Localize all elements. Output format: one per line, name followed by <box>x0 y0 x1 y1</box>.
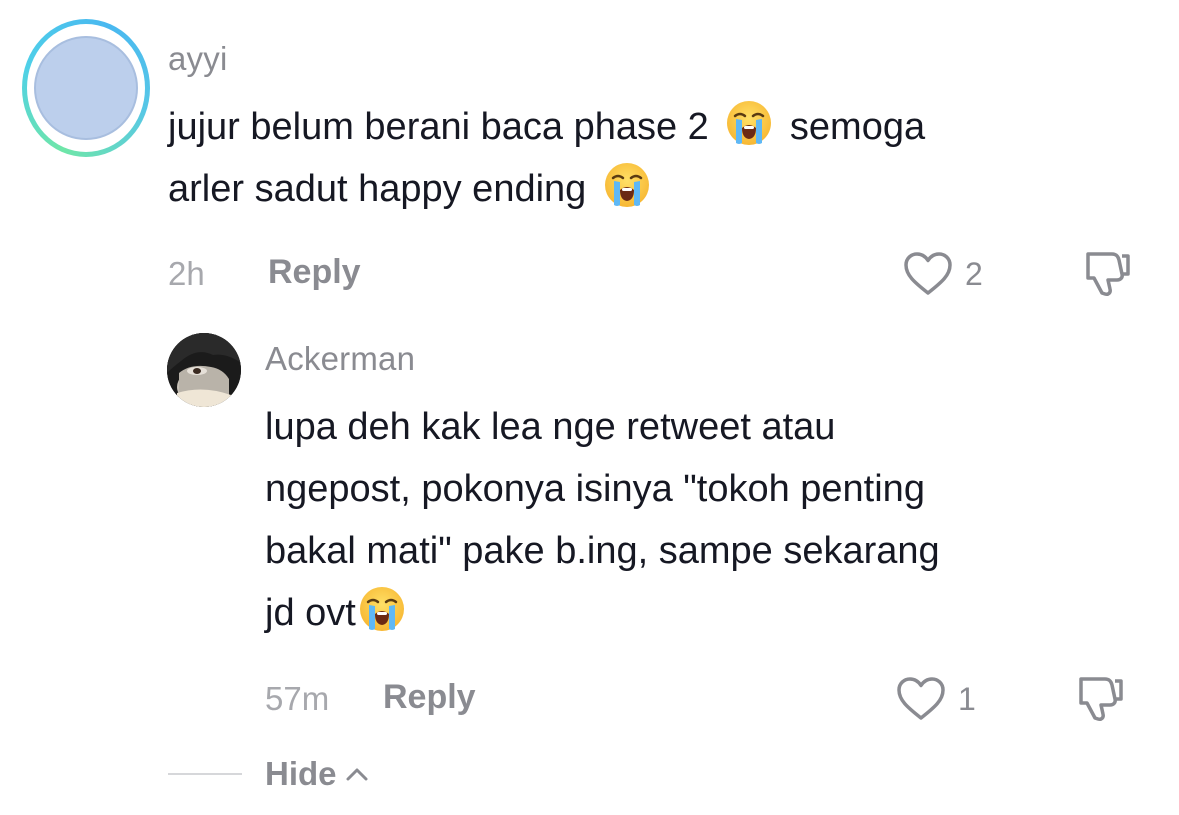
reply-text-part-4: jd ovt <box>265 592 356 634</box>
comment-text-part-2: semoga <box>789 106 926 148</box>
reply-text-line-1: lupa deh kak lea nge retweet atau <box>265 406 836 448</box>
avatar-ring <box>27 24 145 152</box>
comment-text-part-3: arler sadut happy ending <box>168 168 587 210</box>
reply-text-line-2: ngepost, pokonya isinya "tokoh penting <box>265 468 925 510</box>
thread-divider <box>168 773 242 775</box>
reply-username[interactable]: Ackerman <box>265 340 415 378</box>
comment-timestamp: 2h <box>168 255 205 292</box>
hide-replies-label: Hide <box>265 755 337 792</box>
comment-reply-button[interactable]: Reply <box>268 253 361 292</box>
reply-avatar-image <box>167 333 241 407</box>
dislike-icon[interactable] <box>1082 248 1134 298</box>
chevron-up-icon <box>346 768 368 781</box>
heart-icon[interactable] <box>895 676 947 722</box>
loudly-crying-face-icon <box>604 163 649 207</box>
comment-text-line-1: jujur belum berani baca phase 2 semoga <box>168 96 1158 158</box>
avatar[interactable] <box>22 19 150 157</box>
reply-text: lupa deh kak lea nge retweet atau ngepos… <box>265 396 1165 644</box>
reply-text-line-4: jd ovt <box>265 582 1165 644</box>
reply-reply-button[interactable]: Reply <box>383 678 476 717</box>
comment-text-part-1: jujur belum berani baca phase 2 <box>168 106 709 148</box>
heart-icon[interactable] <box>902 251 954 297</box>
comment-like-count: 2 <box>965 256 983 292</box>
reply-timestamp: 57m <box>265 680 330 717</box>
reply-avatar[interactable] <box>167 333 241 407</box>
reply-text-line-3: bakal mati" pake b.ing, sampe sekarang <box>265 530 940 572</box>
hide-replies-button[interactable]: Hide <box>265 755 369 793</box>
loudly-crying-face-icon <box>359 587 404 631</box>
comment-username[interactable]: ayyi <box>168 40 228 78</box>
comment-text-line-2: arler sadut happy ending <box>168 158 1158 220</box>
dislike-icon[interactable] <box>1075 673 1127 723</box>
avatar-image <box>34 36 138 140</box>
comment-text: jujur belum berani baca phase 2 semoga a… <box>168 96 1158 220</box>
loudly-crying-face-icon <box>727 101 772 145</box>
reply-like-count: 1 <box>958 681 976 717</box>
